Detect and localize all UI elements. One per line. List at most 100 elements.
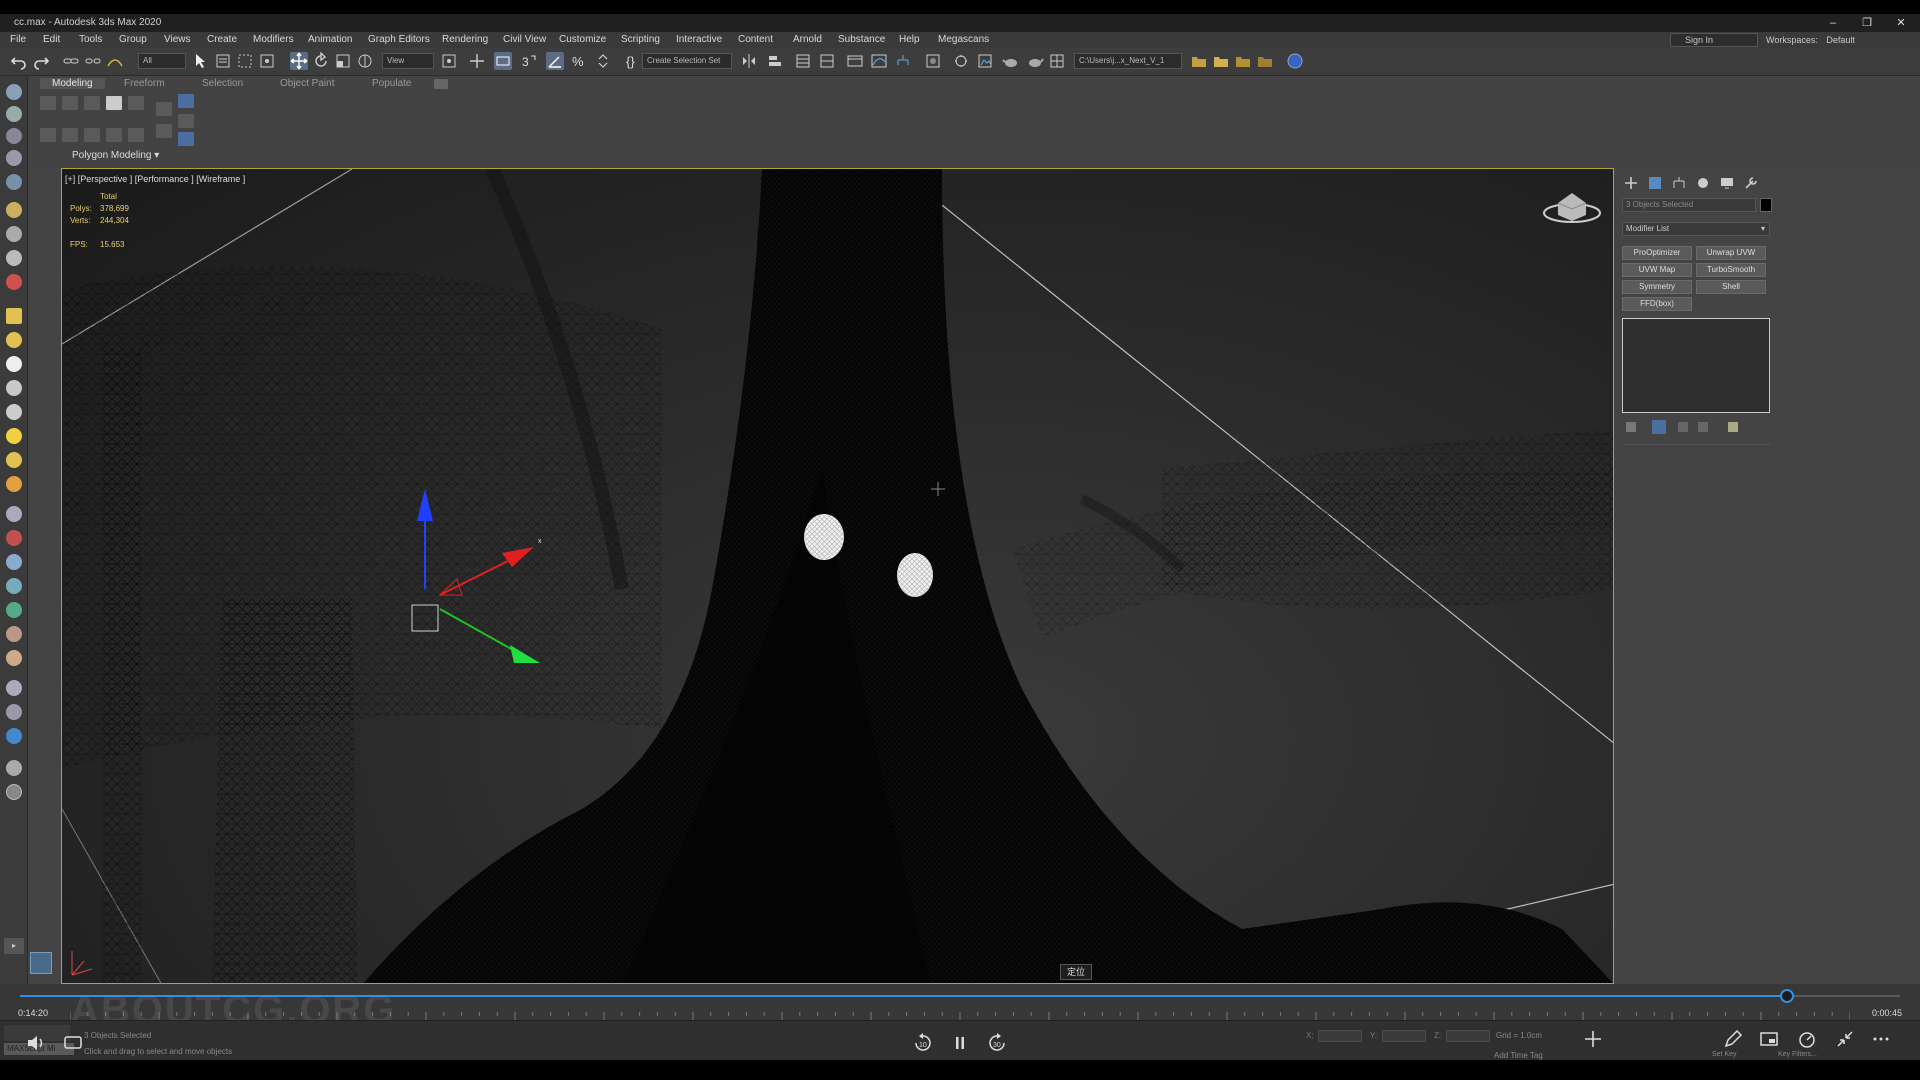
tool-icon-17[interactable] [6,476,22,492]
scale-button[interactable] [334,52,352,70]
tool-icon-23[interactable] [6,626,22,642]
rendered-frame-button[interactable] [976,52,994,70]
menu-file[interactable]: File [10,32,26,48]
ribbon-tool-7[interactable] [62,128,78,142]
x-coord-field[interactable] [1318,1030,1362,1042]
menu-interactive[interactable]: Interactive [676,32,722,48]
set-key-label[interactable]: Set Key [1712,1051,1737,1058]
link-button[interactable] [62,52,80,70]
render-setup-button[interactable] [952,52,970,70]
tool-icon-7[interactable] [6,226,22,242]
modifier-stack[interactable] [1622,318,1770,413]
keyboard-shortcut-toggle[interactable] [494,52,512,70]
picture-in-picture-button[interactable] [1758,1028,1780,1050]
annotate-button[interactable] [1722,1028,1744,1050]
viewport-label[interactable]: [+] [Perspective ] [Performance ] [Wiref… [65,174,245,184]
pause-button[interactable] [949,1032,971,1054]
tool-icon-3[interactable] [6,128,22,144]
expand-arrow-icon[interactable]: ▸ [4,938,24,954]
pivot-center-button[interactable] [440,52,458,70]
ribbon-tool-13[interactable] [178,94,194,108]
tool-icon-12[interactable] [6,356,22,372]
place-button[interactable] [356,52,374,70]
bind-space-warp-button[interactable] [106,52,124,70]
polygon-modeling-dropdown[interactable]: Polygon Modeling ▾ [72,150,159,161]
view-cube[interactable] [1543,193,1601,223]
z-coord-field[interactable] [1446,1030,1490,1042]
ribbon-toggle-button[interactable] [846,52,864,70]
remove-modifier-icon[interactable] [1698,422,1708,432]
tool-icon-14[interactable] [6,404,22,420]
configure-sets-icon[interactable] [1728,422,1738,432]
tool-icon-4[interactable] [6,150,22,166]
tool-icon-28[interactable] [6,760,22,776]
menu-megascans[interactable]: Megascans [938,32,989,48]
perspective-viewport[interactable]: x [+] [Perspective ] [Performance ] [Wir… [61,168,1614,984]
menu-content[interactable]: Content [738,32,773,48]
forward-30-button[interactable]: 30 [986,1032,1008,1054]
move-button[interactable] [290,52,308,70]
tool-icon-9[interactable] [6,274,22,290]
object-color-swatch[interactable] [1760,198,1772,212]
modifier-shell-button[interactable]: Shell [1696,280,1766,294]
tool-icon-5[interactable] [6,174,22,190]
selection-filter-dropdown[interactable]: All [138,53,186,69]
autodesk-account-button[interactable] [1286,52,1304,70]
more-options-button[interactable] [1870,1028,1892,1050]
curve-editor-button[interactable] [870,52,888,70]
tool-icon-24[interactable] [6,650,22,666]
tool-icon-15[interactable] [6,428,22,444]
select-by-name-button[interactable] [214,52,232,70]
ribbon-tab-object-paint[interactable]: Object Paint [280,78,334,89]
layer-explorer-button[interactable] [818,52,836,70]
select-object-button[interactable] [192,52,210,70]
ribbon-tool-8[interactable] [84,128,100,142]
ribbon-tab-selection[interactable]: Selection [202,78,243,89]
unlink-button[interactable] [84,52,102,70]
utilities-tab[interactable] [1744,176,1758,190]
tool-icon-13[interactable] [6,380,22,396]
tool-icon-19[interactable] [6,530,22,546]
pin-stack-icon[interactable] [1626,422,1636,432]
menu-create[interactable]: Create [207,32,237,48]
tool-icon-22[interactable] [6,602,22,618]
window-crossing-button[interactable] [258,52,276,70]
render-frame-button[interactable] [1048,52,1066,70]
motion-tab[interactable] [1696,176,1710,190]
object-name-field[interactable]: 3 Objects Selected [1622,198,1756,212]
menu-views[interactable]: Views [164,32,191,48]
scene-explorer-button[interactable] [794,52,812,70]
modifier-list-dropdown[interactable]: Modifier List ▾ [1622,222,1770,236]
add-time-tag[interactable]: Add Time Tag [1494,1051,1543,1060]
mirror-button[interactable] [740,52,758,70]
menu-graph-editors[interactable]: Graph Editors [368,32,430,48]
ribbon-tab-modeling[interactable]: Modeling [40,78,105,89]
tool-icon-8[interactable] [6,250,22,266]
workspaces-selector[interactable]: Workspaces: Default [1766,32,1855,48]
ribbon-tab-populate[interactable]: Populate [372,78,411,89]
tool-icon-1[interactable] [6,84,22,100]
ribbon-tool-2[interactable] [62,96,78,110]
ribbon-tool-9[interactable] [106,128,122,142]
ribbon-tool-11[interactable] [156,102,172,116]
ribbon-tool-4[interactable] [106,96,122,110]
create-selection-set-dropdown[interactable]: Create Selection Set [642,53,732,69]
ribbon-tool-14[interactable] [178,114,194,128]
menu-modifiers[interactable]: Modifiers [253,32,294,48]
playback-progress-knob[interactable] [1780,989,1795,1003]
help-icon[interactable] [6,784,22,800]
open-folder-button[interactable] [1212,52,1230,70]
spinner-snap-button[interactable] [594,52,612,70]
rewind-10-button[interactable]: 10 [912,1032,934,1054]
menu-animation[interactable]: Animation [308,32,352,48]
ribbon-tool-10[interactable] [128,128,144,142]
ribbon-tool-5[interactable] [128,96,144,110]
ribbon-tab-freeform[interactable]: Freeform [124,78,165,89]
show-end-result-icon[interactable] [1652,420,1666,434]
tool-icon-21[interactable] [6,578,22,594]
reference-coordinate-dropdown[interactable]: View [382,53,434,69]
menu-arnold[interactable]: Arnold [793,32,822,48]
menu-rendering[interactable]: Rendering [442,32,488,48]
percent-snap-button[interactable]: % [570,52,588,70]
modifier-prooptimizer-button[interactable]: ProOptimizer [1622,246,1692,260]
